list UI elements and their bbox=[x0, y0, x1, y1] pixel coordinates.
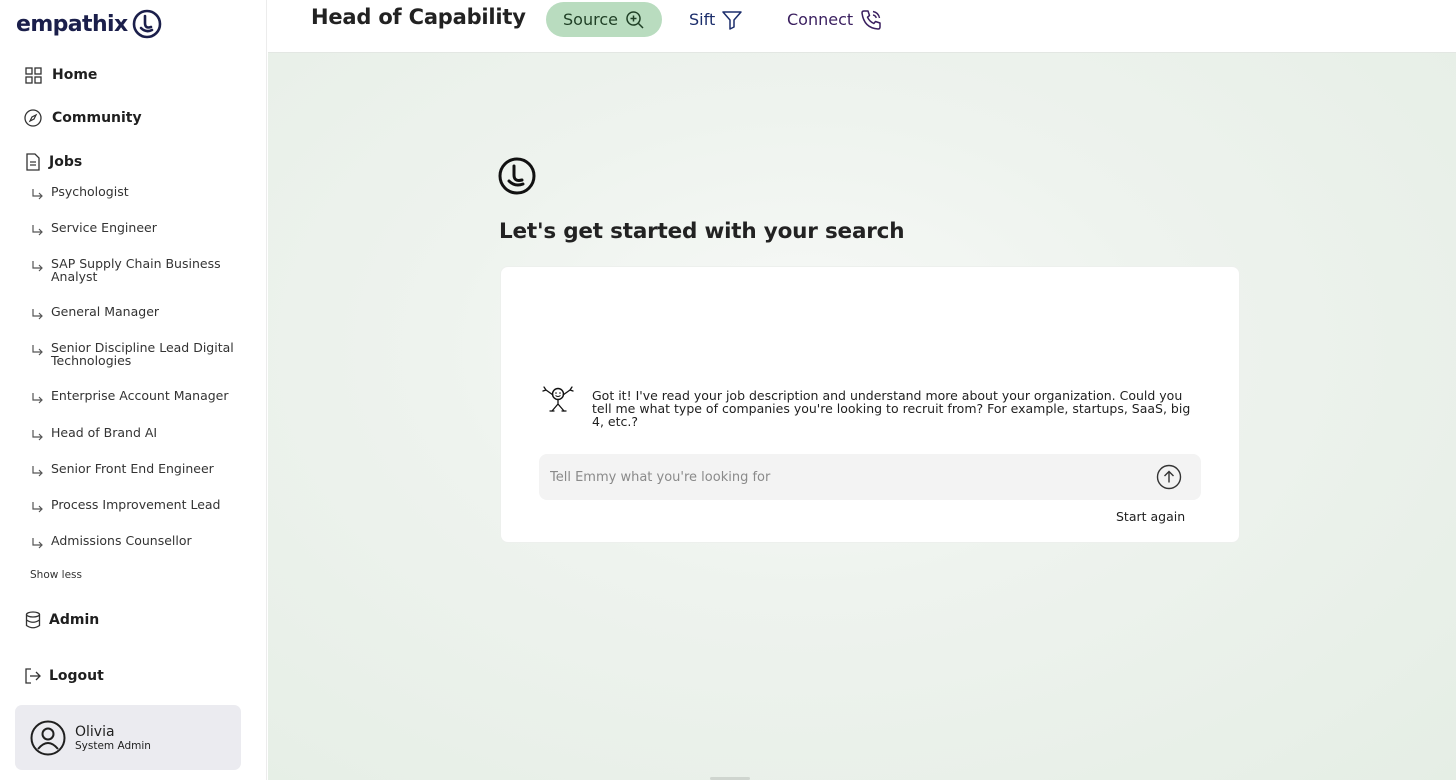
sub-arrow-icon bbox=[32, 393, 43, 404]
user-avatar-icon bbox=[30, 720, 66, 755]
tab-connect-label: Connect bbox=[787, 10, 854, 29]
sub-arrow-icon bbox=[32, 309, 43, 320]
nav-home[interactable]: Home bbox=[24, 66, 97, 84]
phone-call-icon bbox=[861, 9, 881, 30]
job-item[interactable]: Senior Front End Engineer bbox=[30, 462, 245, 478]
page-title: Head of Capability bbox=[311, 5, 526, 29]
nav-jobs-label: Jobs bbox=[49, 154, 83, 170]
grid-icon bbox=[24, 66, 42, 84]
assistant-smiley-icon bbox=[498, 157, 536, 195]
zoom-in-icon bbox=[626, 10, 644, 29]
job-item[interactable]: Process Improvement Lead bbox=[30, 498, 245, 514]
sub-arrow-icon bbox=[32, 430, 43, 441]
chat-input[interactable] bbox=[539, 454, 1149, 500]
job-item[interactable]: SAP Supply Chain Business Analyst bbox=[30, 257, 245, 283]
logo[interactable]: empathix bbox=[16, 8, 162, 40]
job-label: Head of Brand AI bbox=[51, 425, 158, 440]
sub-arrow-icon bbox=[32, 189, 43, 200]
job-label: Service Engineer bbox=[51, 220, 157, 235]
tab-sift[interactable]: Sift bbox=[689, 2, 742, 37]
sub-arrow-icon bbox=[32, 261, 43, 272]
nav-community-label: Community bbox=[52, 110, 142, 126]
job-label: Enterprise Account Manager bbox=[51, 388, 229, 403]
nav-logout[interactable]: Logout bbox=[24, 667, 104, 685]
nav-home-label: Home bbox=[52, 67, 98, 83]
sub-arrow-icon bbox=[32, 502, 43, 513]
filter-icon bbox=[722, 10, 742, 30]
nav-jobs[interactable]: Jobs bbox=[24, 153, 82, 171]
nav-admin-label: Admin bbox=[49, 612, 100, 628]
job-label: General Manager bbox=[51, 304, 160, 319]
emmy-character-icon bbox=[542, 386, 574, 412]
job-item[interactable]: Enterprise Account Manager bbox=[30, 389, 245, 405]
nav-admin[interactable]: Admin bbox=[24, 611, 99, 629]
job-label: Psychologist bbox=[51, 184, 129, 199]
tab-source[interactable]: Source bbox=[546, 2, 662, 37]
smiley-logo-icon bbox=[132, 9, 161, 39]
sub-arrow-icon bbox=[32, 538, 43, 549]
job-item[interactable]: Head of Brand AI bbox=[30, 426, 245, 442]
job-item[interactable]: Senior Discipline Lead Digital Technolog… bbox=[30, 341, 245, 367]
sidebar: empathix Home Community Jobs Psychologis… bbox=[0, 0, 267, 780]
job-label: Senior Discipline Lead Digital Technolog… bbox=[51, 340, 234, 368]
sub-arrow-icon bbox=[32, 345, 43, 356]
tab-connect[interactable]: Connect bbox=[787, 2, 882, 37]
job-label: Process Improvement Lead bbox=[51, 497, 221, 512]
job-label: Senior Front End Engineer bbox=[51, 461, 214, 476]
user-info: Olivia System Admin bbox=[75, 724, 151, 752]
main-content: Head of Capability Source Sift Connect L… bbox=[268, 0, 1456, 780]
tab-source-label: Source bbox=[563, 10, 618, 29]
job-item[interactable]: Service Engineer bbox=[30, 221, 245, 237]
assistant-message: Got it! I've read your job description a… bbox=[592, 388, 1191, 429]
user-card[interactable]: Olivia System Admin bbox=[15, 705, 241, 770]
document-icon bbox=[24, 153, 42, 171]
send-arrow-icon[interactable] bbox=[1156, 464, 1182, 490]
job-label: Admissions Counsellor bbox=[51, 533, 192, 548]
search-headline: Let's get started with your search bbox=[499, 219, 905, 244]
start-again-button[interactable]: Start again bbox=[1116, 509, 1185, 524]
job-item[interactable]: Psychologist bbox=[30, 185, 245, 201]
job-label: SAP Supply Chain Business Analyst bbox=[51, 256, 221, 284]
database-icon bbox=[24, 611, 42, 629]
compass-icon bbox=[24, 109, 42, 127]
sub-arrow-icon bbox=[32, 225, 43, 236]
top-bar: Head of Capability Source Sift Connect bbox=[268, 0, 1456, 53]
sub-arrow-icon bbox=[32, 466, 43, 477]
show-less-link[interactable]: Show less bbox=[30, 569, 82, 581]
user-role: System Admin bbox=[75, 739, 151, 752]
tab-sift-label: Sift bbox=[689, 10, 716, 29]
job-item[interactable]: General Manager bbox=[30, 305, 245, 321]
logout-icon bbox=[24, 667, 42, 685]
chat-input-container bbox=[539, 454, 1201, 500]
job-item[interactable]: Admissions Counsellor bbox=[30, 534, 245, 550]
nav-logout-label: Logout bbox=[49, 668, 104, 684]
user-name: Olivia bbox=[75, 723, 115, 740]
chat-card: Got it! I've read your job description a… bbox=[500, 266, 1240, 543]
logo-text: empathix bbox=[16, 11, 128, 37]
nav-community[interactable]: Community bbox=[24, 109, 142, 127]
